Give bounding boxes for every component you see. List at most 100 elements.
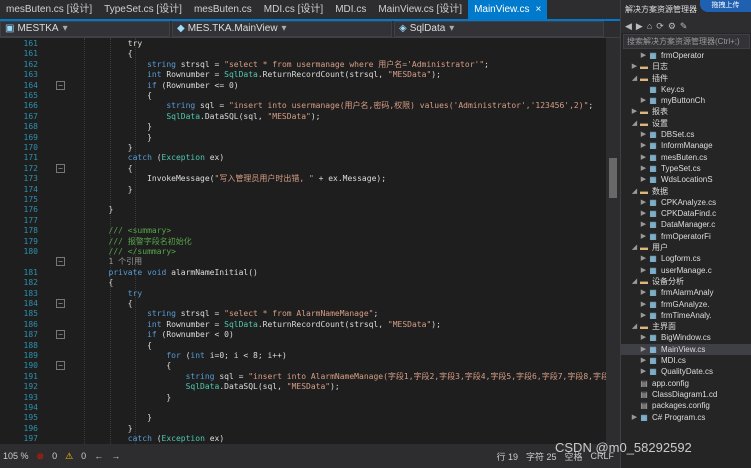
expand-arrow-icon[interactable]: ▶ [639,95,648,106]
code-editor[interactable]: 161 try 161 {162 string strsql = "select … [0,38,620,444]
expand-arrow-icon[interactable]: ▶ [639,152,648,163]
expand-arrow-icon[interactable]: ▶ [639,332,648,343]
expand-arrow-icon[interactable]: ◢ [630,118,639,129]
collapse-icon[interactable]: − [56,80,65,90]
tree-folder[interactable]: ◢ ▬ 主界面 [621,321,751,332]
tree-folder[interactable]: ◢ ▬ 设备分析 [621,276,751,287]
scrollbar-thumb[interactable] [609,158,617,198]
collapse-icon[interactable]: − [56,299,65,308]
expand-arrow-icon[interactable]: ▶ [639,163,648,174]
expand-arrow-icon[interactable]: ▶ [639,253,648,264]
code-line: 165 { [0,90,620,101]
tree-file[interactable]: ▤ ClassDiagram1.cd [621,389,751,400]
tree-file[interactable]: ▶ ▦ myButtonCh [621,95,751,106]
tree-file[interactable]: ▶ ▦ frmOperator [621,50,751,61]
collapse-icon[interactable]: − [56,257,65,267]
tree-file[interactable]: ▶ ▦ mesButen.cs [621,152,751,163]
tree-file[interactable]: ▶ ▦ frmOperatorFi [621,231,751,242]
tree-folder[interactable]: ◢ ▬ 设置 [621,118,751,129]
nav-back-icon[interactable]: ← [94,451,103,461]
zoom-level[interactable]: 105 % [3,451,29,461]
collapse-icon[interactable]: − [56,330,65,340]
collapse-icon[interactable]: − [56,361,65,371]
tree-file[interactable]: ▶ ▦ QualityDate.cs [621,366,751,377]
csharp-file-icon: ▦ [649,231,657,241]
tab[interactable]: TypeSet.cs [设计] [98,0,188,19]
tree-folder[interactable]: ▶ ▬ 报表 [621,106,751,117]
csharp-file-icon: ▦ [649,367,657,377]
expand-arrow-icon[interactable]: ▶ [639,344,648,355]
solution-search-input[interactable]: 搜索解决方案资源管理器(Ctrl+;) [623,34,750,49]
upload-badge[interactable]: 拖拽上传 [700,0,751,12]
forward-icon[interactable]: ▶ [636,21,643,32]
expand-arrow-icon[interactable]: ▶ [639,219,648,230]
expand-arrow-icon[interactable]: ▶ [639,265,648,276]
tree-folder[interactable]: ◢ ▬ 数据 [621,186,751,197]
expand-arrow-icon[interactable]: ▶ [639,287,648,298]
line-number: 184 [23,299,38,308]
expand-arrow-icon[interactable]: ▶ [630,61,639,72]
expand-arrow-icon[interactable]: ▶ [639,366,648,377]
back-icon[interactable]: ◀ [625,21,632,32]
tree-file[interactable]: ▶ ▦ InformManage [621,140,751,151]
tree-file[interactable]: ▦ Key.cs [621,84,751,95]
tree-file[interactable]: ▶ ▦ DataManager.c [621,219,751,230]
expand-arrow-icon[interactable]: ▶ [639,299,648,310]
close-icon[interactable]: × [535,4,541,15]
edit-icon[interactable]: ✎ [680,21,688,32]
nav-forward-icon[interactable]: → [111,451,120,461]
error-icon[interactable]: ⊗ [37,451,45,462]
member-dropdown[interactable]: ◈ SqlData ▾ [394,21,604,37]
tree-file[interactable]: ▤ packages.config [621,400,751,411]
class-dropdown[interactable]: ◆ MES.TKA.MainView ▾ [172,21,392,37]
warning-icon[interactable]: ⚠ [65,451,73,462]
tree-file[interactable]: ▶ ▦ BigWindow.cs [621,332,751,343]
expand-arrow-icon[interactable]: ◢ [630,242,639,253]
collapse-icon[interactable]: − [56,163,65,173]
settings-icon[interactable]: ⚙ [668,21,676,32]
tree-file[interactable]: ▶ ▦ userManage.c [621,265,751,276]
expand-arrow-icon[interactable]: ◢ [630,321,639,332]
tab-active[interactable]: MainView.cs × [468,0,548,19]
expand-arrow-icon[interactable]: ▶ [630,106,639,117]
tree-folder[interactable]: ▶ ▬ 日志 [621,61,751,72]
tree-file[interactable]: ▶ ▦ WdsLocationS [621,174,751,185]
tree-file[interactable]: ▤ app.config [621,378,751,389]
tab[interactable]: MDI.cs [设计] [258,0,329,19]
tree-folder[interactable]: ◢ ▬ 插件 [621,73,751,84]
expand-arrow-icon[interactable]: ◢ [630,73,639,84]
expand-arrow-icon[interactable]: ▶ [630,412,639,423]
tree-file[interactable]: ▶ ▦ frmAlarmAnaly [621,287,751,298]
tree-file[interactable]: ▶ ▦ frmGAnalyze. [621,299,751,310]
project-dropdown[interactable]: ▣ MESTKA ▾ [0,21,170,37]
expand-arrow-icon[interactable]: ▶ [639,174,648,185]
expand-arrow-icon[interactable]: ▶ [639,310,648,321]
expand-arrow-icon[interactable]: ▶ [639,231,648,242]
tree-folder[interactable]: ◢ ▬ 用户 [621,242,751,253]
tab[interactable]: MDI.cs [329,0,372,19]
editor-vertical-scrollbar[interactable] [606,38,620,444]
tree-file[interactable]: ▶ ▦ CPKDataFind.c [621,208,751,219]
expand-arrow-icon[interactable]: ◢ [630,276,639,287]
expand-arrow-icon[interactable]: ◢ [630,186,639,197]
tree-file[interactable]: ▶ ▦ TypeSet.cs [621,163,751,174]
expand-arrow-icon[interactable]: ▶ [639,129,648,140]
tree-file[interactable]: ▶ ▦ MDI.cs [621,355,751,366]
tab[interactable]: mesButen.cs [设计] [0,0,98,19]
tree-file[interactable]: ▶ ▦ DBSet.cs [621,129,751,140]
expand-arrow-icon[interactable]: ▶ [639,197,648,208]
tab[interactable]: mesButen.cs [188,0,258,19]
tree-label: WdsLocationS [661,175,713,185]
expand-arrow-icon[interactable]: ▶ [639,140,648,151]
tab[interactable]: MainView.cs [设计] [372,0,468,19]
expand-arrow-icon[interactable]: ▶ [639,50,648,61]
tree-file[interactable]: ▶ ▦ frmTimeAnaly. [621,310,751,321]
home-icon[interactable]: ⌂ [647,21,652,31]
expand-arrow-icon[interactable]: ▶ [639,355,648,366]
tree-file[interactable]: ▶ ▦ C# Program.cs [621,412,751,423]
tree-file[interactable]: ▶ ▦ MainView.cs [621,343,751,356]
expand-arrow-icon[interactable]: ▶ [639,208,648,219]
refresh-icon[interactable]: ⟳ [656,21,664,32]
tree-file[interactable]: ▶ ▦ Logform.cs [621,253,751,264]
tree-file[interactable]: ▶ ▦ CPKAnalyze.cs [621,197,751,208]
